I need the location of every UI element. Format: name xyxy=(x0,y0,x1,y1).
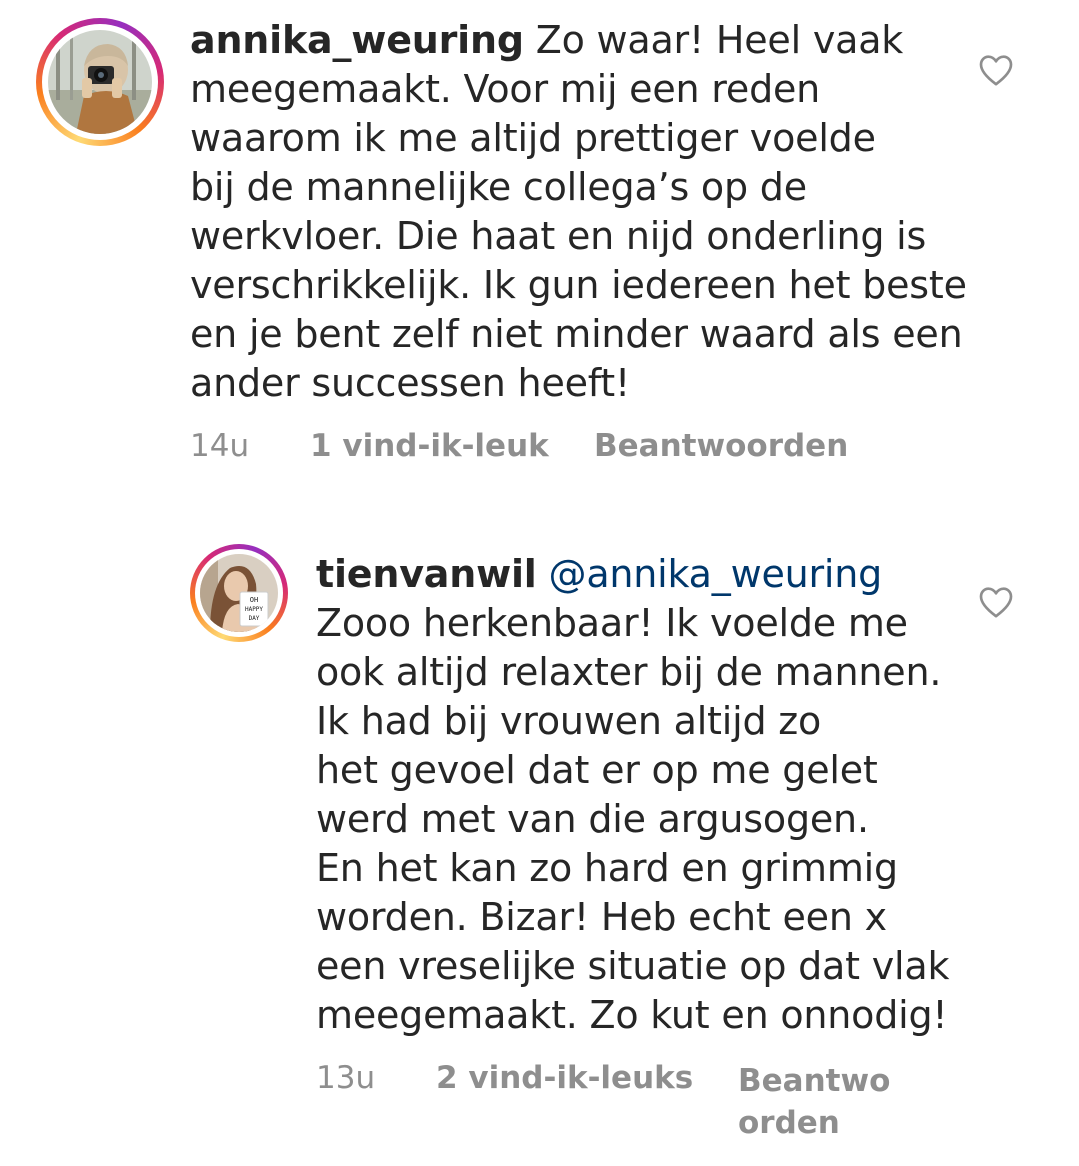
comment-likes-link[interactable]: 2 vind-ik-leuks xyxy=(436,1060,693,1096)
mention-link[interactable]: @annika_weuring xyxy=(549,552,883,596)
reply-label[interactable]: orden xyxy=(738,1102,890,1144)
comment-likes-link[interactable]: 1 vind-ik-leuk xyxy=(310,428,549,464)
comment-text-line: meegemaakt. Zo kut en onnodig! xyxy=(316,993,948,1037)
comment-text-line: Zo waar! Heel vaak xyxy=(535,18,904,62)
comment-username[interactable]: annika_weuring xyxy=(190,18,524,62)
comment-tienvanwil: OH HAPPY DAY tienvanwil @annika_weuring … xyxy=(0,530,1079,1166)
comment-text-line: ook altijd relaxter bij de mannen. xyxy=(316,650,942,694)
comment-text-line: werkvloer. Die haat en nijd onderling is xyxy=(190,214,927,258)
avatar-sign-text: HAPPY xyxy=(245,606,263,613)
comment-text-line: waarom ik me altijd prettiger voelde xyxy=(190,116,876,160)
comment-time: 14u xyxy=(190,428,250,464)
comment-text-line: het gevoel dat er op me gelet xyxy=(316,748,878,792)
comment-text-line: En het kan zo hard en grimmig xyxy=(316,846,898,890)
comment-text-line: een vreselijke situatie op dat vlak xyxy=(316,944,950,988)
avatar[interactable] xyxy=(48,30,152,134)
reply-button[interactable]: Beantwoorden xyxy=(594,428,848,464)
likes-count[interactable]: 1 vind-ik-leuk xyxy=(310,428,549,464)
reply-button[interactable]: Beantwo orden xyxy=(738,1060,890,1144)
avatar-sign-text: OH xyxy=(250,596,258,604)
comment-text-line: worden. Bizar! Heb echt een x xyxy=(316,895,887,939)
reply-label[interactable]: Beantwoorden xyxy=(594,428,848,464)
comment-text-line: ander successen heeft! xyxy=(190,361,631,405)
comment-username[interactable]: tienvanwil xyxy=(316,552,537,596)
likes-count[interactable]: 2 vind-ik-leuks xyxy=(436,1060,693,1096)
heart-outline-icon[interactable] xyxy=(976,50,1016,90)
comment-body: tienvanwil @annika_weuring Zooo herkenba… xyxy=(316,550,949,1040)
comment-time: 13u xyxy=(316,1060,376,1096)
comment-text-line: Ik had bij vrouwen altijd zo xyxy=(316,699,822,743)
avatar-sign-text: DAY xyxy=(249,615,260,622)
comment-text-line: bij de mannelijke collega’s op de xyxy=(190,165,807,209)
photographer-avatar-icon xyxy=(48,30,152,134)
comment-text-line: werd met van die argusogen. xyxy=(316,797,869,841)
comment-text-line: Zooo herkenbaar! Ik voelde me xyxy=(316,601,908,645)
heart-outline-icon[interactable] xyxy=(976,582,1016,622)
comment-body: annika_weuring Zo waar! Heel vaak meegem… xyxy=(190,16,967,408)
comment-text-line: meegemaakt. Voor mij een reden xyxy=(190,67,821,111)
comment-annika: annika_weuring Zo waar! Heel vaak meegem… xyxy=(0,0,1079,490)
avatar[interactable]: OH HAPPY DAY xyxy=(200,554,278,632)
comment-text-line: en je bent zelf niet minder waard als ee… xyxy=(190,312,963,356)
comment-text-line: verschrikkelijk. Ik gun iedereen het bes… xyxy=(190,263,967,307)
oh-happy-day-avatar-icon: OH HAPPY DAY xyxy=(200,554,278,632)
reply-label[interactable]: Beantwo xyxy=(738,1060,890,1102)
